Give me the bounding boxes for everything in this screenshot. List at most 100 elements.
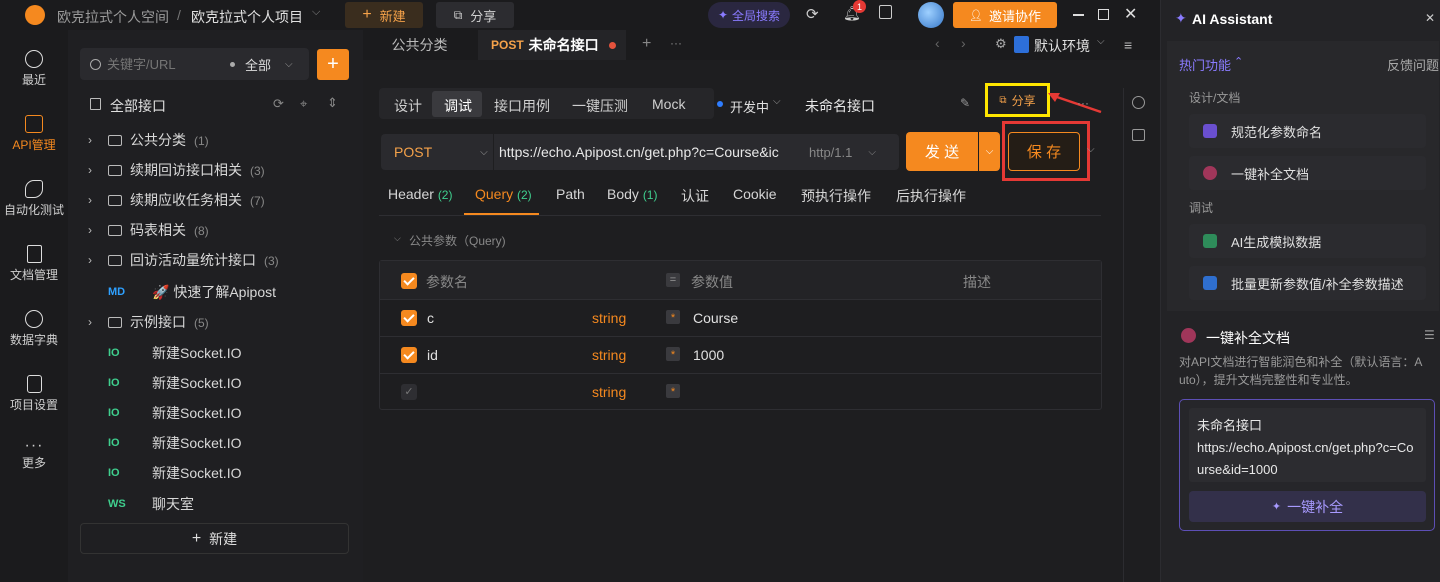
refresh-icon[interactable]: ⟳ [273, 96, 284, 112]
chevron-up-icon[interactable]: ⌃ [1234, 55, 1243, 68]
env-settings-icon[interactable]: ⚙ [995, 36, 1007, 52]
rail-item-more[interactable]: ··· 更多 [0, 438, 68, 471]
param-type[interactable]: string [592, 347, 626, 363]
list-item[interactable]: › 续期回访接口相关 (3) [68, 155, 363, 185]
param-value[interactable]: 1000 [693, 347, 724, 363]
table-row[interactable]: ✓ string * [380, 373, 1101, 410]
list-item[interactable]: MD 🚀 快速了解Apipost [68, 277, 363, 307]
param-name[interactable]: c [427, 310, 434, 326]
param-value[interactable]: Course [693, 310, 738, 326]
tab-public[interactable]: 公共分类 [363, 30, 476, 60]
version-icon[interactable] [1132, 96, 1145, 109]
param-tab-path[interactable]: Path [556, 186, 585, 202]
mode-design[interactable]: 设计 [394, 96, 422, 116]
param-tab-pre[interactable]: 预执行操作 [801, 186, 871, 206]
list-item[interactable]: IO 新建Socket.IO [68, 368, 363, 398]
close-icon[interactable]: ✕ [1124, 4, 1137, 24]
environment-select[interactable]: 默认环境 [1034, 36, 1090, 56]
send-options-button[interactable]: ⌵ [979, 132, 1000, 171]
hot-features-toggle[interactable]: 热门功能 [1179, 55, 1231, 74]
locate-icon[interactable]: ⌖ [300, 96, 307, 112]
maximize-icon[interactable] [1098, 9, 1109, 20]
minimize-icon[interactable] [1073, 14, 1084, 16]
menu-icon[interactable]: ≡ [1124, 37, 1132, 53]
param-tab-header[interactable]: Header (2) [388, 186, 452, 202]
chevron-down-icon[interactable]: ⌵ [1087, 144, 1095, 155]
list-item[interactable]: › 续期应收任务相关 (7) [68, 185, 363, 215]
mode-cases[interactable]: 接口用例 [494, 96, 550, 116]
mode-stress[interactable]: 一键压测 [572, 96, 628, 116]
project-name[interactable]: 欧克拉式个人项目 [191, 7, 303, 27]
chevron-right-icon[interactable]: › [961, 35, 966, 51]
workspace-name[interactable]: 欧克拉式个人空间 [57, 7, 169, 27]
tree-new-button[interactable]: + 新建 [80, 523, 349, 554]
param-type[interactable]: string [592, 310, 626, 326]
protocol-select[interactable]: http/1.1 [809, 145, 852, 160]
add-button[interactable]: + [317, 49, 349, 80]
list-item[interactable]: › 示例接口 (5) [68, 307, 363, 337]
param-tab-auth[interactable]: 认证 [681, 186, 709, 206]
search-input[interactable] [107, 56, 222, 72]
mode-mock[interactable]: Mock [652, 96, 685, 112]
table-row[interactable]: c string * Course [380, 299, 1101, 336]
global-search-button[interactable]: ✦ 全局搜索 [708, 2, 790, 28]
param-tab-body[interactable]: Body (1) [607, 186, 657, 202]
rail-item-api[interactable]: API管理 [0, 115, 68, 153]
more-tabs-icon[interactable]: ··· [670, 36, 682, 50]
search-box[interactable]: 全部 ⌵ [80, 48, 309, 80]
row-checkbox[interactable]: ✓ [401, 384, 417, 400]
avatar[interactable] [918, 2, 944, 28]
rail-item-docs[interactable]: 文档管理 [0, 245, 68, 283]
list-item[interactable]: › 公共分类 (1) [68, 125, 363, 155]
invite-button[interactable]: 👤︎ 邀请协作 [953, 2, 1057, 28]
code-icon[interactable] [1132, 129, 1145, 141]
share-button[interactable]: ⧉ 分享 [436, 2, 514, 28]
rail-item-dictionary[interactable]: 数据字典 [0, 310, 68, 348]
row-checkbox[interactable] [401, 347, 417, 363]
settings-sliders-icon[interactable]: ☰ [1424, 328, 1435, 342]
notes-icon[interactable] [879, 5, 892, 19]
new-button[interactable]: + 新建 [345, 2, 423, 28]
add-tab-icon[interactable]: + [642, 35, 651, 53]
edit-icon[interactable]: ✎ [960, 96, 970, 110]
ai-feature-batch-update[interactable]: 批量更新参数值/补全参数描述 [1189, 266, 1426, 300]
param-tab-cookie[interactable]: Cookie [733, 186, 777, 202]
param-name[interactable]: id [427, 347, 438, 363]
feedback-link[interactable]: 反馈问题 [1387, 55, 1439, 74]
list-item[interactable]: IO 新建Socket.IO [68, 398, 363, 428]
list-item[interactable]: IO 新建Socket.IO [68, 338, 363, 368]
rail-item-settings[interactable]: 项目设置 [0, 375, 68, 413]
refresh-icon[interactable]: ⟳ [806, 5, 819, 23]
list-item[interactable]: › 回访活动量统计接口 (3) [68, 245, 363, 275]
api-name-input[interactable]: 未命名接口 [805, 96, 875, 116]
chevron-left-icon[interactable]: ‹ [935, 35, 940, 51]
tab-unnamed-api[interactable]: POST 未命名接口 [478, 30, 626, 60]
request-share-button[interactable]: ⧉ 分享 [985, 83, 1050, 117]
sort-icon[interactable]: ⇕ [327, 95, 338, 111]
table-row[interactable]: id string * 1000 [380, 336, 1101, 373]
status-select[interactable]: 开发中 [730, 97, 769, 116]
select-all-checkbox[interactable] [401, 273, 417, 289]
rail-item-automation[interactable]: 自动化测试 [0, 180, 68, 218]
method-select[interactable]: POST ⌵ [381, 134, 493, 170]
row-checkbox[interactable] [401, 310, 417, 326]
param-type[interactable]: string [592, 384, 626, 400]
url-field[interactable]: https://echo.Apipost.cn/get.php?c=Course… [494, 134, 899, 170]
param-tab-post[interactable]: 后执行操作 [896, 186, 966, 206]
ai-feature-rename[interactable]: 规范化参数命名 [1189, 114, 1426, 148]
chevron-down-icon[interactable]: ⌵ [394, 233, 401, 244]
one-click-complete-button[interactable]: ✦ 一键补全 [1189, 491, 1426, 522]
ai-feature-complete-doc[interactable]: 一键补全文档 [1189, 156, 1426, 190]
more-icon[interactable]: ··· [1077, 96, 1089, 110]
list-item[interactable]: IO 新建Socket.IO [68, 458, 363, 488]
filter-select[interactable]: 全部 [245, 55, 271, 74]
list-item[interactable]: IO 新建Socket.IO [68, 428, 363, 458]
list-item[interactable]: › 码表相关 (8) [68, 215, 363, 245]
param-tab-query[interactable]: Query (2) [475, 186, 532, 202]
chevron-down-icon[interactable]: ⌵ [312, 6, 320, 19]
ai-input-content[interactable]: 未命名接口 https://echo.Apipost.cn/get.php?c=… [1189, 408, 1426, 482]
send-button[interactable]: 发 送 [906, 132, 978, 171]
mode-debug[interactable]: 调试 [444, 96, 472, 116]
ai-feature-mock-data[interactable]: AI生成模拟数据 [1189, 224, 1426, 258]
close-icon[interactable]: ✕ [1425, 11, 1435, 25]
